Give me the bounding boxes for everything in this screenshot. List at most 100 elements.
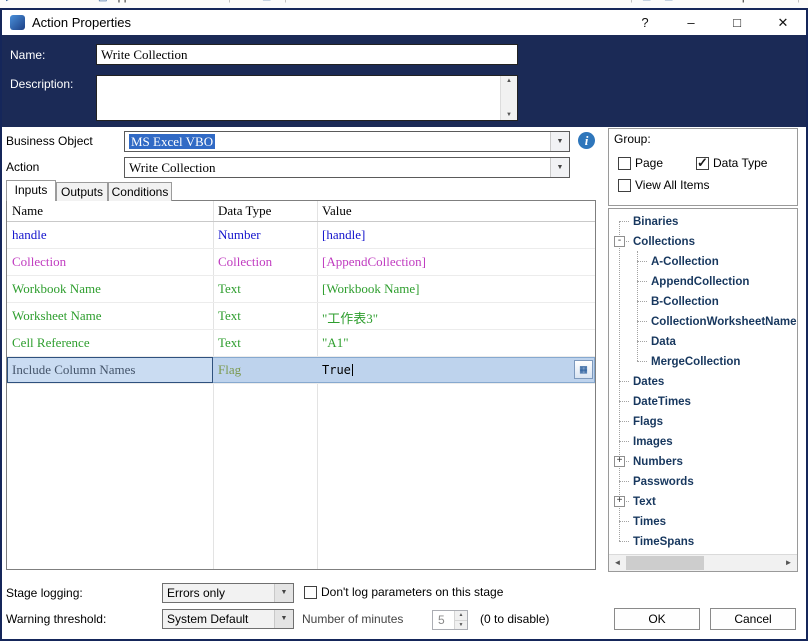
tree-item-label: Images [633, 436, 673, 448]
ok-button[interactable]: OK [614, 608, 700, 630]
description-input[interactable]: ▲ ▼ [96, 75, 518, 121]
toolbar-label: Launch [17, 0, 53, 3]
warning-threshold-select[interactable]: System Default ▼ [162, 609, 294, 629]
tab-conditions[interactable]: Conditions [108, 182, 172, 201]
disable-hint: (0 to disable) [480, 612, 550, 626]
tree-item-passwords[interactable]: Passwords [609, 471, 797, 491]
table-row[interactable]: Workbook Name Text [Workbook Name] [7, 276, 595, 303]
row-name: Worksheet Name [12, 308, 102, 323]
tree-item-a-collection[interactable]: A-Collection [609, 251, 797, 271]
toolbar-item-launch[interactable]: ▶Launch [6, 0, 53, 3]
chevron-down-icon[interactable]: ▼ [274, 610, 293, 628]
toolbar-item-application-modeller[interactable]: ▤Application Modeller [98, 0, 210, 3]
binoculars-icon[interactable]: ∞ [238, 0, 245, 2]
row-value: [AppendCollection] [322, 254, 426, 269]
dependencies-icon: ⊞ [712, 0, 720, 2]
list-icon[interactable]: ≣ [295, 0, 303, 2]
checkbox-view-all-items[interactable]: View All Items [618, 178, 709, 192]
tree-item-mergecollection[interactable]: MergeCollection [609, 351, 797, 371]
zoom-icon[interactable]: ▧ [642, 0, 651, 2]
expression-editor-button[interactable]: ▦ [574, 360, 593, 379]
spin-up-icon[interactable]: ▲ [454, 611, 467, 620]
tree-item-binaries[interactable]: Binaries [609, 211, 797, 231]
help-button[interactable]: ? [622, 10, 668, 35]
tree-item-numbers[interactable]: + Numbers [609, 451, 797, 471]
table-row[interactable]: Worksheet Name Text "工作表3" [7, 303, 595, 330]
tree-item-timespans[interactable]: TimeSpans [609, 531, 797, 551]
column-header-value: Value [322, 203, 352, 218]
stage-logging-select[interactable]: Errors only ▼ [162, 583, 294, 603]
business-object-select[interactable]: MS Excel VBO ▼ [124, 131, 570, 152]
table-row[interactable]: Include Column Names Flag True ▦ [7, 357, 595, 384]
checkbox-data-type[interactable]: Data Type [696, 155, 767, 171]
tree-item-text[interactable]: + Text [609, 491, 797, 511]
tree-item-b-collection[interactable]: B-Collection [609, 291, 797, 311]
row-data-type: Flag [218, 362, 242, 377]
table-row[interactable]: handle Number [handle] [7, 222, 595, 249]
checkbox-label: Don't log parameters on this stage [321, 585, 504, 599]
toolbar-item-dependencies[interactable]: Dependencies [728, 0, 798, 3]
close-button[interactable]: ✕ [760, 10, 806, 35]
scroll-down-icon[interactable]: ▼ [501, 112, 517, 118]
tree-item-times[interactable]: Times [609, 511, 797, 531]
tree-item-collectionworksheetname[interactable]: CollectionWorksheetName [609, 311, 797, 331]
checkbox-page[interactable]: Page [618, 156, 663, 170]
table-row[interactable]: Collection Collection [AppendCollection] [7, 249, 595, 276]
tree-item-data[interactable]: Data [609, 331, 797, 351]
scrollbar-thumb[interactable] [626, 556, 704, 570]
name-input[interactable] [96, 44, 518, 65]
spin-down-icon[interactable]: ▼ [454, 620, 467, 629]
number-of-minutes-label: Number of minutes [302, 612, 404, 626]
chevron-down-icon[interactable]: ▼ [550, 132, 569, 151]
toolbar-item-find-text[interactable]: Find Text [345, 0, 389, 3]
tab-outputs[interactable]: Outputs [56, 182, 108, 201]
tree-item-images[interactable]: Images [609, 431, 797, 451]
chevron-down-icon[interactable]: ▼ [274, 584, 293, 602]
business-object-value: MS Excel VBO [129, 134, 216, 149]
checkbox-box[interactable] [618, 156, 631, 170]
minutes-stepper[interactable]: 5 ▲ ▼ [432, 610, 468, 630]
grid-icon[interactable]: ▦ [262, 0, 271, 2]
expand-icon[interactable]: + [614, 456, 625, 467]
checkbox-box[interactable] [304, 585, 317, 599]
tree-item-label: Dates [633, 376, 665, 388]
action-select[interactable]: Write Collection ▼ [124, 157, 570, 178]
tab-inputs[interactable]: Inputs [6, 180, 56, 201]
checkbox-box[interactable] [618, 178, 631, 192]
name-label: Name: [10, 48, 46, 62]
percent-icon[interactable]: ▨ [664, 0, 673, 2]
row-value: [handle] [322, 227, 366, 242]
collapse-icon[interactable]: - [614, 236, 625, 247]
tree-item-label: MergeCollection [651, 356, 741, 368]
maximize-button[interactable]: □ [714, 10, 760, 35]
tree-item-flags[interactable]: Flags [609, 411, 797, 431]
warning-threshold-label: Warning threshold: [6, 612, 107, 626]
scroll-right-icon[interactable]: ► [780, 555, 797, 571]
row-name: Cell Reference [12, 335, 90, 350]
tree-item-label: B-Collection [651, 296, 719, 308]
checkbox-box[interactable] [696, 155, 709, 171]
toolbar-separator: | [228, 0, 231, 3]
tree-item-appendcollection[interactable]: AppendCollection [609, 271, 797, 291]
minutes-value: 5 [438, 613, 445, 627]
tree-item-dates[interactable]: Dates [609, 371, 797, 391]
chevron-down-icon[interactable]: ▼ [550, 158, 569, 177]
checkbox-dont-log-parameters[interactable]: Don't log parameters on this stage [304, 585, 503, 599]
description-scrollbar[interactable]: ▲ ▼ [500, 76, 517, 120]
info-icon[interactable]: i [578, 132, 595, 149]
screen: ▶Launch ▤Application Modeller | ∞ ▦ | ≣ … [0, 0, 808, 641]
tree-horizontal-scrollbar[interactable]: ◄ ► [609, 554, 797, 571]
tree-item-label: Numbers [633, 456, 683, 468]
tree-item-datetimes[interactable]: DateTimes [609, 391, 797, 411]
table-row[interactable]: Cell Reference Text "A1" [7, 330, 595, 357]
minimize-button[interactable]: – [668, 10, 714, 35]
scroll-left-icon[interactable]: ◄ [609, 555, 626, 571]
row-value: [Workbook Name] [322, 281, 420, 296]
toolbar-fragment: ▶Launch ▤Application Modeller | ∞ ▦ | ≣ … [0, 0, 808, 8]
inputs-table-rows: handle Number [handle] Collection Collection… [7, 222, 595, 384]
scroll-up-icon[interactable]: ▲ [501, 78, 517, 84]
tree-item-collections[interactable]: - Collections [609, 231, 797, 251]
toolbar-separator: | [284, 0, 287, 3]
cancel-button[interactable]: Cancel [710, 608, 796, 630]
expand-icon[interactable]: + [614, 496, 625, 507]
